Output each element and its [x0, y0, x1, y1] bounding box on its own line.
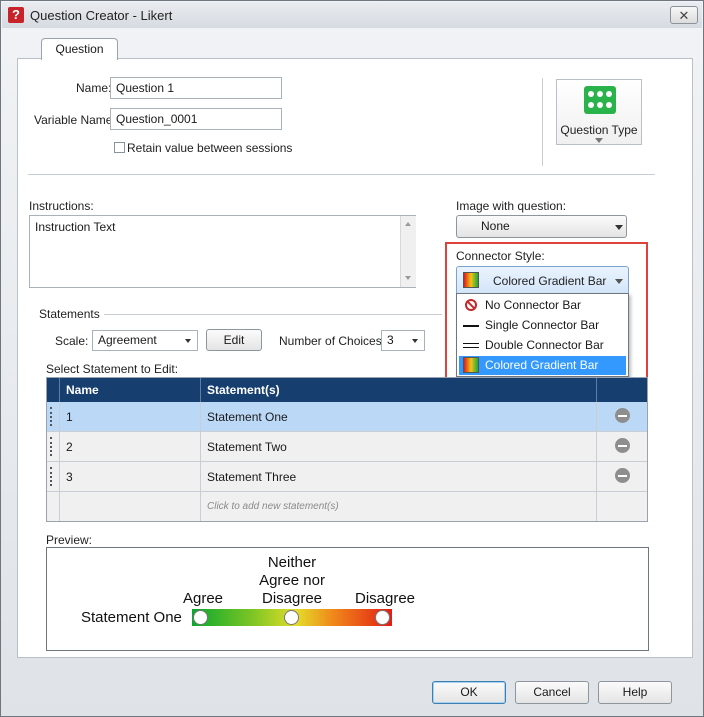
edit-scale-button[interactable]: Edit: [206, 329, 262, 351]
remove-statement-icon[interactable]: [614, 437, 630, 453]
divider: [104, 314, 442, 315]
table-row[interactable]: 1 Statement One: [47, 402, 647, 432]
radio-agree[interactable]: [193, 610, 208, 625]
image-with-question-label: Image with question:: [456, 199, 567, 213]
radio-neither[interactable]: [284, 610, 299, 625]
row-drag-handle[interactable]: [47, 461, 60, 492]
add-statement-placeholder[interactable]: Click to add new statement(s): [200, 491, 597, 521]
statements-table: Name Statement(s) 1 Statement One 2 Stat…: [46, 377, 648, 522]
remove-statement-icon[interactable]: [614, 407, 630, 423]
question-type-label: Question Type: [560, 123, 638, 137]
window-title: Question Creator - Likert: [30, 8, 173, 23]
select-statement-label: Select Statement to Edit:: [46, 362, 179, 376]
instructions-text: Instruction Text: [35, 220, 116, 234]
choice-neither: Neither Agree nor Disagree: [259, 554, 325, 607]
preview-statement: Statement One: [81, 609, 182, 626]
divider: [542, 78, 543, 166]
preview-box: Statement One Agree Neither Agree nor Di…: [46, 547, 649, 651]
scale-value: Agreement: [98, 333, 157, 347]
highlight-box: [445, 242, 648, 387]
remove-statement-icon[interactable]: [614, 467, 630, 483]
retain-value-checkbox[interactable]: [114, 142, 125, 153]
instructions-label: Instructions:: [29, 199, 94, 213]
scroll-up-icon[interactable]: [405, 222, 411, 226]
title-bar: ? Question Creator - Likert ✕: [2, 2, 702, 28]
scale-select[interactable]: Agreement: [92, 330, 198, 351]
gradient-connector-bar: [192, 609, 392, 626]
close-button[interactable]: ✕: [670, 6, 698, 24]
instructions-textarea[interactable]: Instruction Text: [29, 215, 416, 288]
divider: [28, 174, 655, 175]
chevron-down-icon: [595, 138, 603, 143]
cancel-button[interactable]: Cancel: [515, 681, 589, 704]
help-app-icon: ?: [8, 7, 24, 23]
name-label: Name:: [76, 81, 112, 95]
image-with-question-select[interactable]: None: [456, 215, 627, 238]
dots-grid-icon: [584, 86, 616, 114]
name-field[interactable]: Question 1: [110, 77, 282, 99]
statements-section-label: Statements: [39, 307, 100, 321]
row-drag-handle[interactable]: [47, 431, 60, 462]
add-statement-row[interactable]: Click to add new statement(s): [47, 491, 647, 521]
question-type-button[interactable]: Question Type: [556, 79, 642, 145]
question-creator-window: ? Question Creator - Likert ✕ Question N…: [0, 0, 704, 717]
radio-disagree[interactable]: [375, 610, 390, 625]
help-button[interactable]: Help: [598, 681, 672, 704]
scroll-down-icon[interactable]: [405, 276, 411, 280]
column-header-name: Name: [59, 378, 201, 402]
image-with-question-value: None: [481, 219, 510, 233]
number-of-choices-select[interactable]: 3: [381, 330, 425, 351]
choice-disagree: Disagree: [354, 590, 416, 607]
chevron-down-icon: [185, 339, 191, 343]
table-header-row: Name Statement(s): [47, 378, 647, 402]
tab-question[interactable]: Question: [41, 38, 118, 60]
variable-name-field[interactable]: Question_0001: [110, 108, 282, 130]
scale-label: Scale:: [55, 334, 89, 348]
variable-name-label: Variable Name:: [34, 113, 116, 127]
choice-agree: Agree: [182, 590, 224, 607]
column-header-statements: Statement(s): [200, 378, 597, 402]
table-row[interactable]: 2 Statement Two: [47, 431, 647, 462]
instructions-scrollbar[interactable]: [400, 216, 416, 287]
chevron-down-icon: [412, 339, 418, 343]
number-of-choices-value: 3: [387, 333, 394, 347]
chevron-down-icon: [615, 225, 623, 230]
table-row[interactable]: 3 Statement Three: [47, 461, 647, 492]
row-drag-handle[interactable]: [47, 402, 60, 432]
retain-value-label: Retain value between sessions: [127, 141, 293, 155]
preview-label: Preview:: [46, 533, 93, 547]
ok-button[interactable]: OK: [432, 681, 506, 704]
number-of-choices-label: Number of Choices:: [279, 334, 386, 348]
